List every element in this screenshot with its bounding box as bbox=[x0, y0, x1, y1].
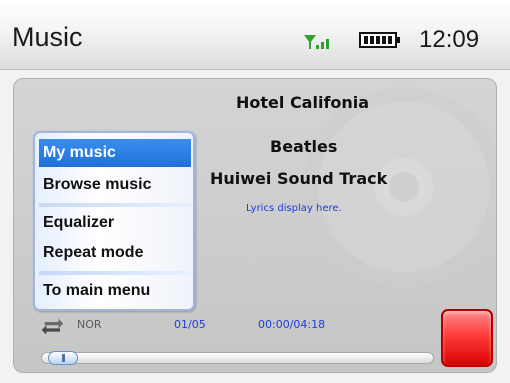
song-title: Hotel Califonia bbox=[236, 93, 370, 112]
now-playing-panel: Hotel Califonia Beatles Huiwei Sound Tra… bbox=[13, 78, 497, 373]
context-menu: My music Browse music Equalizer Repeat m… bbox=[33, 131, 195, 311]
time-readout: 00:00/04:18 bbox=[258, 318, 326, 331]
lyrics-text: Lyrics display here. bbox=[246, 203, 342, 214]
play-mode: NOR bbox=[77, 318, 102, 331]
menu-item-repeat-mode[interactable]: Repeat mode bbox=[39, 239, 191, 267]
menu-divider bbox=[39, 271, 191, 275]
progress-knob[interactable] bbox=[48, 351, 78, 365]
stop-button[interactable] bbox=[441, 309, 493, 367]
battery-icon bbox=[358, 30, 402, 54]
app-title: Music bbox=[12, 22, 83, 52]
clock: 12:09 bbox=[419, 26, 480, 53]
track-counter: 01/05 bbox=[174, 318, 206, 331]
repeat-icon[interactable] bbox=[40, 318, 68, 338]
signal-icon bbox=[303, 34, 333, 54]
album-name: Huiwei Sound Track bbox=[210, 169, 388, 188]
menu-item-my-music[interactable]: My music bbox=[39, 139, 191, 167]
status-bar: Music 12:09 bbox=[0, 0, 510, 70]
artist-name: Beatles bbox=[270, 137, 338, 156]
menu-item-browse-music[interactable]: Browse music bbox=[39, 171, 191, 199]
progress-bar[interactable] bbox=[41, 351, 434, 365]
menu-item-main-menu[interactable]: To main menu bbox=[39, 277, 191, 305]
menu-divider bbox=[39, 203, 191, 207]
menu-item-equalizer[interactable]: Equalizer bbox=[39, 209, 191, 237]
